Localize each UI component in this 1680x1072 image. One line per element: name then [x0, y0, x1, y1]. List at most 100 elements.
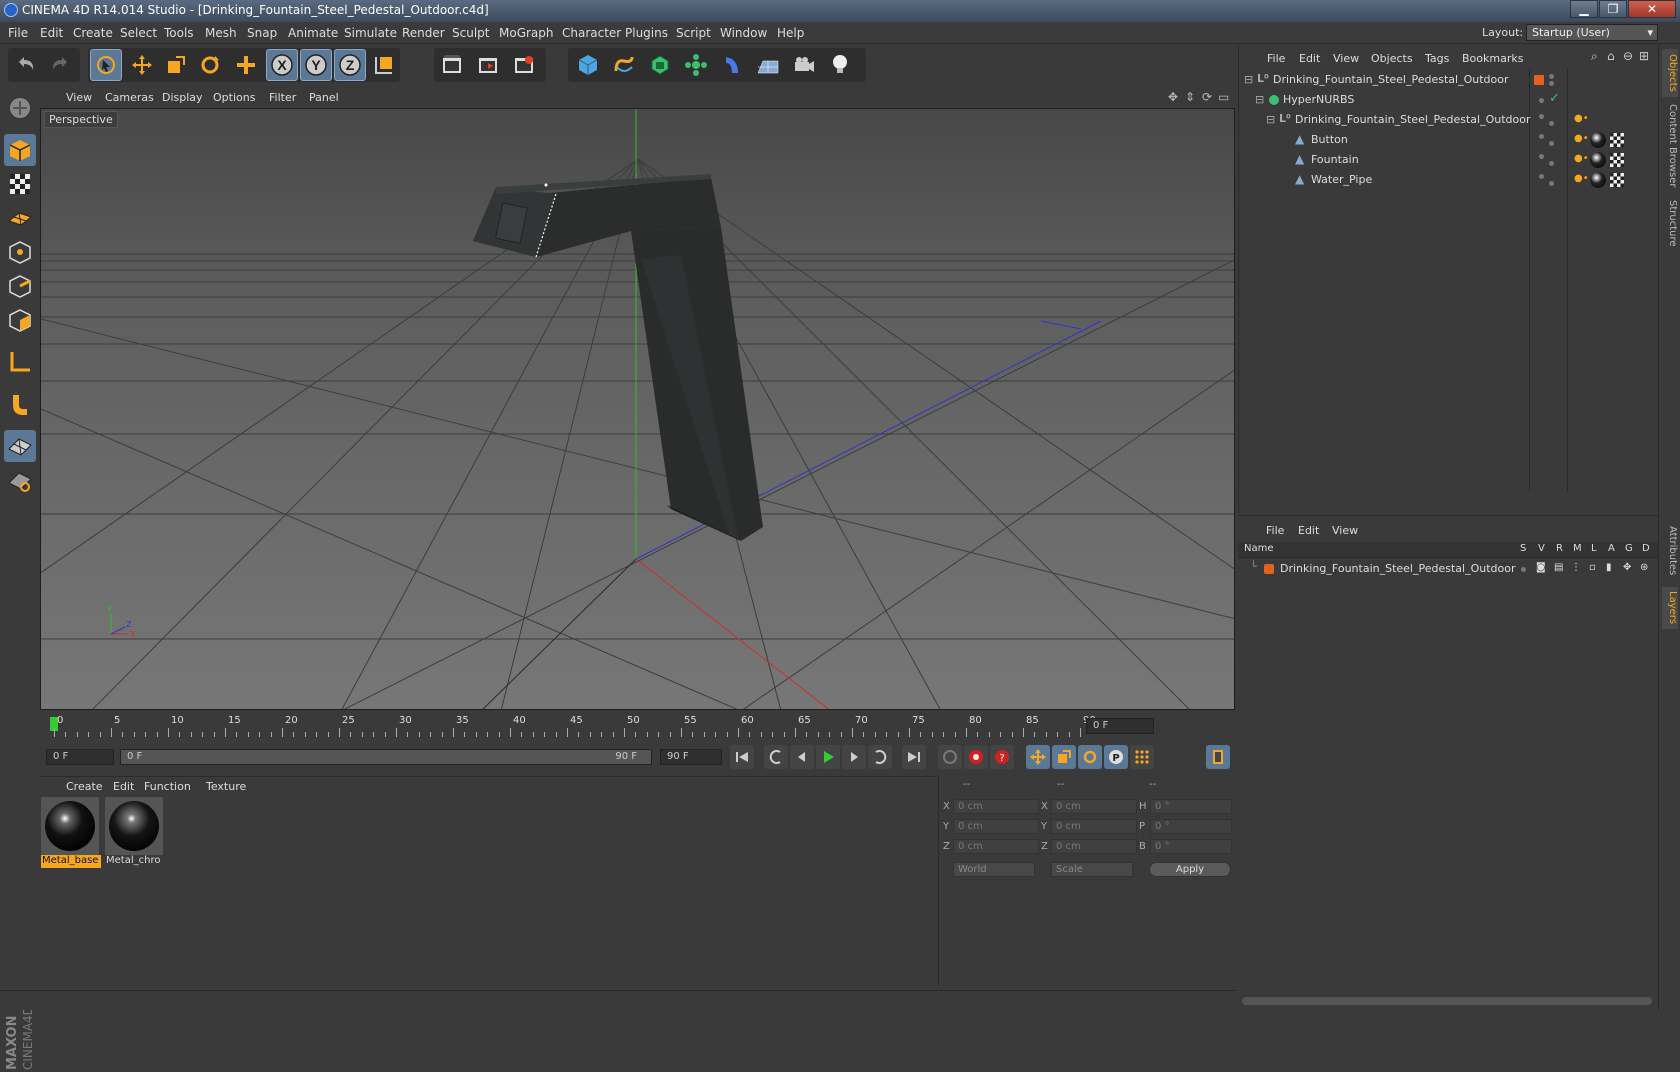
layer-animation-icon[interactable]: ▮: [1606, 562, 1612, 573]
apply-button[interactable]: Apply: [1149, 862, 1231, 877]
layer-render-icon[interactable]: ▤: [1554, 562, 1563, 573]
horizontal-scrollbar[interactable]: [1242, 997, 1652, 1005]
redo-icon[interactable]: [44, 49, 76, 81]
menu-simulate[interactable]: Simulate: [344, 26, 397, 40]
tab-content-browser[interactable]: Content Browser: [1662, 101, 1678, 191]
x-axis-icon[interactable]: X: [266, 49, 298, 81]
viewport-move-icon[interactable]: ✥: [1168, 90, 1178, 104]
viewport-menu-display[interactable]: Display: [162, 91, 203, 104]
visibility-render-icon[interactable]: [1549, 121, 1554, 126]
menu-sculpt[interactable]: Sculpt: [452, 26, 489, 40]
timeline-window-icon[interactable]: [1206, 745, 1230, 769]
key-point-level-icon[interactable]: [1130, 745, 1154, 769]
viewport-camera-label[interactable]: Perspective: [44, 111, 118, 128]
coordinate-system-icon[interactable]: [368, 49, 400, 81]
menu-character[interactable]: Character: [562, 26, 621, 40]
visibility-editor-icon[interactable]: [1539, 98, 1544, 103]
visibility-render-icon[interactable]: [1549, 181, 1554, 186]
layer-deformer-icon[interactable]: ⊛: [1640, 562, 1648, 573]
collapse-icon[interactable]: ⊟: [1244, 73, 1253, 86]
add-object-icon[interactable]: [230, 49, 262, 81]
visibility-editor-icon[interactable]: [1539, 154, 1544, 159]
layer-solo-icon[interactable]: [1521, 567, 1526, 572]
render-picture-viewer-icon[interactable]: [472, 49, 504, 81]
nurbs-icon[interactable]: [644, 49, 676, 81]
key-rotation-icon[interactable]: [1078, 745, 1102, 769]
position-z-field[interactable]: 0 cm: [953, 839, 1039, 854]
object-row[interactable]: ⊟ L⁰ Drinking_Fountain_Steel_Pedestal_Ou…: [1239, 70, 1659, 90]
object-menu-objects[interactable]: Objects: [1371, 52, 1413, 65]
undo-icon[interactable]: [10, 49, 42, 81]
layer-menu-view[interactable]: View: [1332, 524, 1358, 537]
object-menu-bookmarks[interactable]: Bookmarks: [1462, 52, 1523, 65]
magnet-icon[interactable]: [4, 388, 36, 420]
material-menu-texture[interactable]: Texture: [206, 780, 246, 793]
menu-plugins[interactable]: Plugins: [625, 26, 668, 40]
phong-tag-icon[interactable]: ●•: [1574, 113, 1589, 124]
tab-objects[interactable]: Objects: [1662, 49, 1678, 97]
search-icon[interactable]: ⌕: [1591, 49, 1598, 64]
current-frame-field[interactable]: 0 F: [1086, 718, 1154, 734]
key-parameter-icon[interactable]: P: [1104, 745, 1128, 769]
menu-select[interactable]: Select: [120, 26, 157, 40]
visibility-editor-icon[interactable]: [1539, 134, 1544, 139]
layer-menu-edit[interactable]: Edit: [1298, 524, 1319, 537]
scale-icon[interactable]: [160, 49, 192, 81]
autokeying-help-icon[interactable]: ?: [990, 745, 1014, 769]
layer-lock-icon[interactable]: ▫: [1589, 562, 1596, 573]
record-keyframe-icon[interactable]: [964, 745, 988, 769]
menu-script[interactable]: Script: [676, 26, 711, 40]
menu-window[interactable]: Window: [720, 26, 767, 40]
points-mode-icon[interactable]: [4, 236, 36, 268]
close-button[interactable]: ✕: [1628, 0, 1676, 18]
coordinate-mode-dropdown[interactable]: World: [953, 862, 1035, 877]
collapse-icon[interactable]: ⊟: [1255, 93, 1264, 106]
deformer-icon[interactable]: [716, 49, 748, 81]
3d-viewport[interactable]: Y X Z Perspective: [40, 108, 1235, 710]
maximize-button[interactable]: ❐: [1599, 0, 1627, 18]
uvw-tag-icon[interactable]: [1610, 133, 1624, 147]
menu-edit[interactable]: Edit: [40, 26, 63, 40]
material-tag-icon[interactable]: [1590, 132, 1606, 148]
viewport-menu-view[interactable]: View: [66, 91, 92, 104]
home-icon[interactable]: ⌂: [1607, 49, 1615, 63]
layer-menu-file[interactable]: File: [1266, 524, 1284, 537]
position-x-field[interactable]: 0 cm: [953, 799, 1039, 814]
polygons-mode-icon[interactable]: [4, 304, 36, 336]
move-icon[interactable]: [126, 49, 158, 81]
locked-workplane-icon[interactable]: [4, 464, 36, 496]
menu-create[interactable]: Create: [73, 26, 113, 40]
array-icon[interactable]: [680, 49, 712, 81]
model-mode-icon[interactable]: [4, 134, 36, 166]
texture-mode-icon[interactable]: [4, 168, 36, 200]
previous-keyframe-icon[interactable]: [764, 745, 788, 769]
snap-icon[interactable]: [4, 430, 36, 462]
size-y-field[interactable]: 0 cm: [1051, 819, 1137, 834]
end-frame-field[interactable]: 90 F: [660, 749, 722, 765]
fountain-model[interactable]: [473, 174, 763, 541]
tab-layers[interactable]: Layers: [1662, 587, 1678, 629]
layer-color-swatch[interactable]: [1264, 564, 1274, 574]
size-z-field[interactable]: 0 cm: [1051, 839, 1137, 854]
viewport-menu-filter[interactable]: Filter: [269, 91, 296, 104]
new-window-icon[interactable]: ⊞: [1639, 49, 1649, 63]
material-menu-edit[interactable]: Edit: [113, 780, 134, 793]
tab-attributes[interactable]: Attributes: [1662, 519, 1678, 583]
layout-dropdown[interactable]: Startup (User) ▾: [1526, 24, 1658, 41]
make-editable-icon[interactable]: [4, 92, 36, 124]
object-menu-edit[interactable]: Edit: [1299, 52, 1320, 65]
menu-animate[interactable]: Animate: [288, 26, 338, 40]
render-view-icon[interactable]: [436, 49, 468, 81]
object-menu-view[interactable]: View: [1333, 52, 1359, 65]
visibility-render-icon[interactable]: [1549, 81, 1554, 86]
visibility-render-icon[interactable]: [1549, 161, 1554, 166]
live-selection-icon[interactable]: [90, 49, 122, 81]
edges-mode-icon[interactable]: [4, 270, 36, 302]
object-row[interactable]: ▲ Button ●•: [1239, 130, 1659, 150]
object-menu-tags[interactable]: Tags: [1425, 52, 1449, 65]
tab-structure[interactable]: Structure: [1662, 195, 1678, 251]
axis-mode-icon[interactable]: [4, 346, 36, 378]
filter-icon[interactable]: ⊖: [1623, 49, 1633, 63]
spline-icon[interactable]: [608, 49, 640, 81]
light-icon[interactable]: [824, 49, 856, 81]
